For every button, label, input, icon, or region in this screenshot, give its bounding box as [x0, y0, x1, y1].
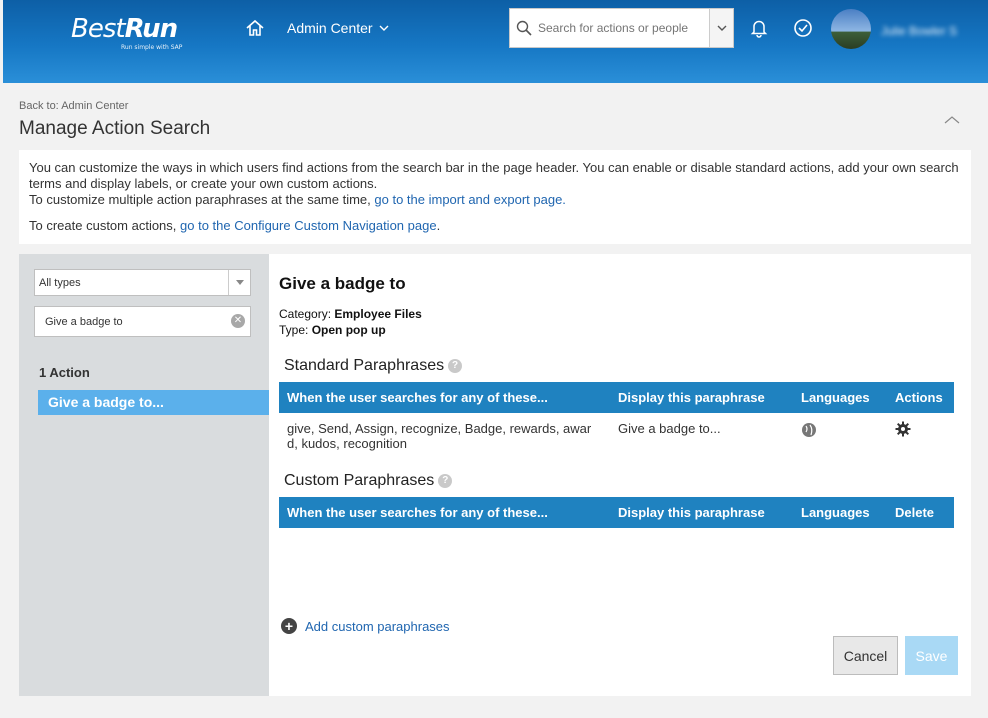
add-custom-paraphrases-link[interactable]: + Add custom paraphrases — [281, 618, 450, 634]
gear-icon[interactable] — [895, 421, 911, 440]
search-terms-cell: give, Send, Assign, recognize, Badge, re… — [287, 421, 592, 451]
custom-paraphrases-heading: Custom Paraphrases ? — [284, 472, 453, 490]
info-description: You can customize the ways in which user… — [29, 160, 959, 191]
category-value: Employee Files — [334, 307, 422, 321]
column-header-search-terms: When the user searches for any of these.… — [279, 382, 610, 413]
table-row: give, Send, Assign, recognize, Badge, re… — [279, 413, 954, 451]
info-custom-line: To create custom actions, go to the Conf… — [29, 218, 441, 233]
action-detail: Give a badge to Category: Employee Files… — [279, 254, 971, 696]
logo-tagline: Run simple with SAP — [121, 44, 183, 51]
column-header-languages: Languages — [793, 497, 887, 528]
cancel-button[interactable]: Cancel — [833, 636, 898, 675]
save-button[interactable]: Save — [905, 636, 958, 675]
column-header-delete: Delete — [887, 497, 954, 528]
paraphrase-cell: Give a badge to... — [618, 421, 721, 436]
home-icon[interactable] — [245, 18, 265, 38]
type-filter-value: All types — [39, 277, 81, 289]
company-logo[interactable]: BestRun Run simple with SAP — [71, 14, 182, 51]
list-item[interactable]: Give a badge to... — [38, 390, 269, 415]
detail-title: Give a badge to — [279, 274, 406, 293]
action-filter-input[interactable]: Give a badge to ✕ — [34, 306, 251, 337]
chevron-down-icon — [379, 25, 389, 31]
add-custom-paraphrases-label: Add custom paraphrases — [305, 618, 450, 634]
type-filter-select[interactable]: All types — [34, 269, 251, 296]
global-search[interactable] — [509, 8, 734, 48]
chevron-down-icon — [717, 25, 726, 31]
chevron-up-icon[interactable] — [944, 112, 960, 130]
column-header-actions: Actions — [887, 382, 954, 413]
custom-paraphrases-table: When the user searches for any of these.… — [279, 497, 954, 528]
back-link[interactable]: Back to: Admin Center — [19, 100, 128, 112]
shell-header: BestRun Run simple with SAP Admin Center… — [3, 0, 988, 83]
type-value: Open pop up — [311, 323, 386, 337]
column-header-display: Display this paraphrase — [610, 497, 793, 528]
column-header-languages: Languages — [793, 382, 887, 413]
column-header-search-terms: When the user searches for any of these.… — [279, 497, 610, 528]
search-icon — [510, 20, 538, 36]
help-icon[interactable]: ? — [438, 474, 453, 488]
standard-paraphrases-table: When the user searches for any of these.… — [279, 382, 954, 451]
globe-icon[interactable] — [801, 423, 817, 440]
filter-input-value: Give a badge to — [45, 316, 123, 328]
user-name[interactable]: Julie Bowler S — [881, 24, 957, 38]
configure-custom-navigation-link[interactable]: go to the Configure Custom Navigation pa… — [180, 218, 437, 233]
main-panel: All types Give a badge to ✕ 1 Action Giv… — [19, 254, 971, 696]
notifications-bell-icon[interactable] — [749, 18, 769, 43]
clear-icon[interactable]: ✕ — [231, 314, 245, 328]
search-input[interactable] — [538, 21, 708, 35]
import-export-link[interactable]: go to the import and export page. — [374, 192, 566, 207]
standard-paraphrases-heading: Standard Paraphrases ? — [284, 357, 463, 375]
chevron-down-icon — [228, 270, 250, 295]
info-box: You can customize the ways in which user… — [19, 150, 971, 244]
column-header-display: Display this paraphrase — [610, 382, 793, 413]
action-list-panel: All types Give a badge to ✕ 1 Action Giv… — [19, 254, 269, 696]
search-dropdown-button[interactable] — [709, 9, 733, 47]
info-import-line: To customize multiple action paraphrases… — [29, 192, 566, 207]
help-icon[interactable]: ? — [448, 359, 463, 373]
add-icon: + — [281, 618, 297, 634]
avatar[interactable] — [831, 9, 871, 49]
page-title: Manage Action Search — [19, 118, 211, 139]
action-count: 1 Action — [39, 365, 90, 380]
module-menu-label: Admin Center — [287, 20, 373, 36]
action-meta: Category: Employee Files Type: Open pop … — [279, 307, 422, 337]
module-menu[interactable]: Admin Center — [287, 20, 389, 36]
todo-check-icon[interactable] — [793, 18, 813, 43]
